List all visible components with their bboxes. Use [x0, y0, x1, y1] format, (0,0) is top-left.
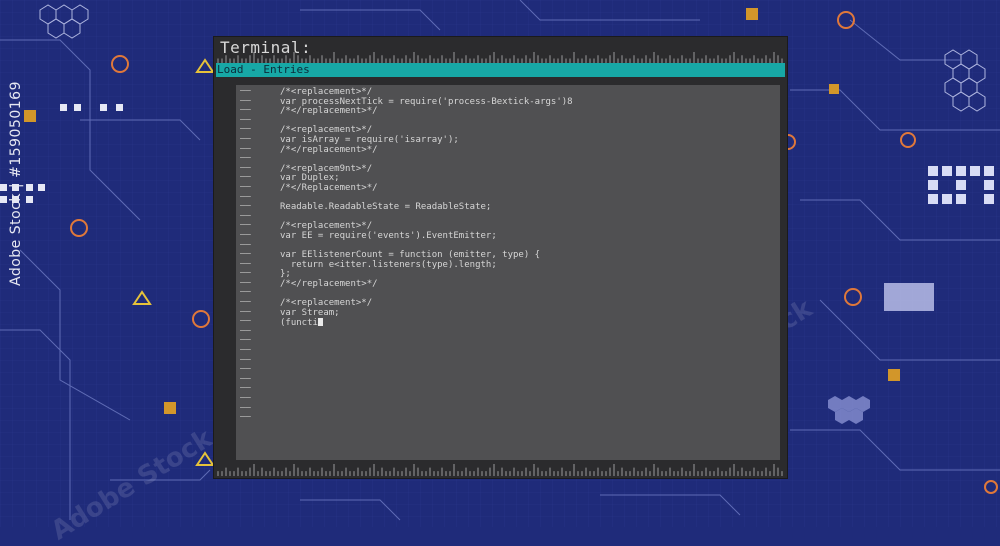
- terminal-titlebar[interactable]: Terminal:: [214, 37, 787, 63]
- line-gutter: —— —— —— —— —— —— —— —— —— —— —— —— —— —— —— —— —— —— —— ——…: [236, 86, 276, 423]
- code-area[interactable]: /*<replacement>*/var processNextTick = r…: [280, 87, 770, 328]
- gutter-marker: ——: [240, 412, 251, 423]
- code-line: /*</replacement>*/: [280, 144, 378, 155]
- code-editor[interactable]: —— —— —— —— —— —— —— —— —— —— —— —— —— —— —— —— —— —— —— ——…: [236, 85, 780, 460]
- text-cursor: [317, 318, 323, 327]
- code-line: var EE = require('events').EventEmitter;: [280, 230, 497, 241]
- code-line: /*</Replacement>*/: [280, 182, 378, 193]
- ruler-ticks-bottom: [217, 464, 783, 476]
- terminal-window[interactable]: Terminal: Load - Entries —— —— —— —— —— —— —— —…: [213, 36, 788, 479]
- stock-id-watermark: Adobe Stock | #159050169: [8, 81, 24, 286]
- tab-load-entries[interactable]: Load - Entries: [216, 63, 785, 77]
- code-line: /*</replacement>*/: [280, 278, 378, 289]
- code-line: var Stream;: [280, 307, 340, 318]
- code-line: /*</replacement>*/: [280, 106, 378, 117]
- code-line: /*<replacem9nt>*/: [280, 163, 373, 174]
- code-line: /*<replacement>*/: [280, 298, 373, 309]
- code-line: (functi: [280, 318, 770, 328]
- code-line: Readable.ReadableState = ReadableState;: [280, 202, 492, 213]
- code-line: return e<itter.listeners(type).length;: [280, 259, 497, 270]
- ruler-ticks-top: [217, 52, 783, 63]
